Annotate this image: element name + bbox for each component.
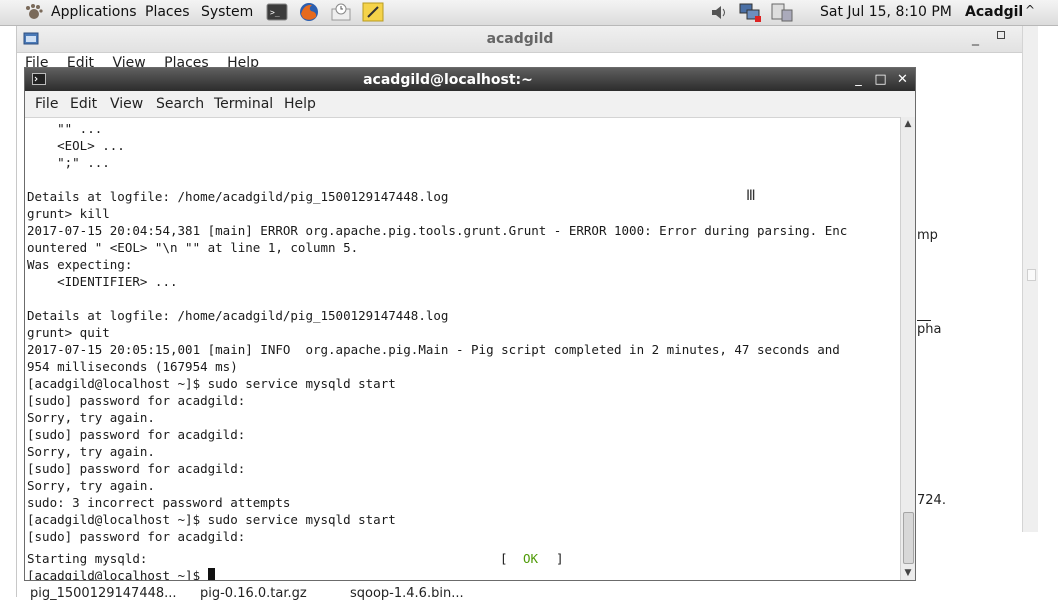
- terminal-launcher-icon[interactable]: >_: [266, 2, 288, 22]
- file-item[interactable]: pig_1500129147448...: [30, 586, 177, 601]
- bg-text-fragment: pha: [917, 322, 942, 337]
- terminal-line: 2017-07-15 20:05:15,001 [main] INFO org.…: [27, 342, 840, 357]
- terminal-titlebar[interactable]: acadgild@localhost:~ _ □ ✕: [25, 68, 915, 91]
- terminal-line: Details at logfile: /home/acadgild/pig_1…: [27, 189, 449, 204]
- terminal-line: 2017-07-15 20:04:54,381 [main] ERROR org…: [27, 223, 848, 238]
- update-notifier-icon[interactable]: [770, 3, 794, 22]
- scroll-down-arrow-icon[interactable]: ▼: [901, 566, 915, 580]
- panel-user[interactable]: Acadgil: [965, 4, 1023, 20]
- terminal-line: [sudo] password for acadgild:: [27, 393, 246, 408]
- panel-clock[interactable]: Sat Jul 15, 8:10 PM: [820, 4, 952, 20]
- network-disconnected-icon[interactable]: [738, 3, 764, 22]
- file-browser-title: acadgild: [486, 31, 554, 47]
- terminal-line: [acadgild@localhost ~]$ sudo service mys…: [27, 376, 396, 391]
- menu-file[interactable]: File: [35, 96, 58, 112]
- ibeam-cursor-icon: Ⅲ: [746, 188, 756, 204]
- file-item[interactable]: sqoop-1.4.6.bin...: [350, 586, 464, 601]
- text-editor-icon[interactable]: [362, 2, 384, 22]
- terminal-line: grunt> quit: [27, 325, 110, 340]
- file-browser-titlebar[interactable]: acadgild _: [17, 26, 1023, 53]
- terminal-line: Sorry, try again.: [27, 444, 155, 459]
- volume-icon[interactable]: [710, 3, 728, 22]
- menu-terminal[interactable]: Terminal: [214, 96, 273, 112]
- gnome-foot-icon[interactable]: [24, 3, 44, 21]
- status-ok: OK: [523, 551, 539, 566]
- menu-places[interactable]: Places: [145, 4, 190, 20]
- status-bracket-open: [: [500, 551, 523, 566]
- terminal-line: sudo: 3 incorrect password attempts: [27, 495, 291, 510]
- terminal-scrollbar[interactable]: ▲ ▼: [900, 117, 915, 580]
- terminal-line: [sudo] password for acadgild:: [27, 427, 246, 442]
- prompt-text: [acadgild@localhost ~]$: [27, 568, 208, 580]
- status-bracket-close: ]: [541, 551, 564, 566]
- file-browser-scrollbar[interactable]: [1022, 26, 1038, 532]
- close-button[interactable]: ✕: [895, 72, 910, 87]
- menu-applications[interactable]: Applications: [51, 4, 137, 20]
- bg-text-fragment: mp: [917, 228, 938, 243]
- terminal-prompt-line[interactable]: [acadgild@localhost ~]$: [27, 567, 215, 580]
- menu-system[interactable]: System: [201, 4, 253, 20]
- terminal-line: <EOL> ...: [27, 138, 125, 153]
- terminal-line: 954 milliseconds (167954 ms): [27, 359, 238, 374]
- bg-divider: [917, 320, 931, 321]
- minimize-button[interactable]: _: [851, 72, 866, 87]
- terminal-line: Was expecting:: [27, 257, 133, 272]
- menu-view[interactable]: View: [110, 96, 143, 112]
- terminal-line: ";" ...: [27, 155, 110, 170]
- scroll-up-arrow-icon[interactable]: ▲: [901, 117, 915, 131]
- file-item[interactable]: pig-0.16.0.tar.gz: [200, 586, 307, 601]
- top-panel: Applications Places System >_ Sat Jul 15…: [0, 0, 1058, 26]
- terminal-line: <IDENTIFIER> ...: [27, 274, 178, 289]
- mail-clock-icon[interactable]: [330, 2, 352, 22]
- terminal-line: grunt> kill: [27, 206, 110, 221]
- menu-search[interactable]: Search: [156, 96, 204, 112]
- scrollbar-thumb[interactable]: [1027, 269, 1036, 281]
- terminal-title: acadgild@localhost:~: [363, 72, 533, 88]
- terminal-line: Starting mysqld: [ OK ]: [27, 550, 564, 567]
- terminal-output[interactable]: "" ... <EOL> ... ";" ... Details at logfi…: [25, 118, 899, 580]
- bg-text-fragment: 724.: [917, 493, 946, 508]
- firefox-icon[interactable]: [298, 2, 320, 22]
- terminal-line: Details at logfile: /home/acadgild/pig_1…: [27, 308, 449, 323]
- chevron-up-icon[interactable]: ^: [1025, 3, 1035, 17]
- menu-edit[interactable]: Edit: [70, 96, 97, 112]
- minimize-button[interactable]: _: [972, 30, 979, 46]
- starting-text: Starting mysqld:: [27, 551, 148, 566]
- menu-help[interactable]: Help: [284, 96, 316, 112]
- terminal-menubar: File Edit View Search Terminal Help: [25, 91, 915, 118]
- terminal-line: [sudo] password for acadgild:: [27, 529, 246, 544]
- terminal-line: Sorry, try again.: [27, 478, 155, 493]
- terminal-line: Sorry, try again.: [27, 410, 155, 425]
- terminal-line: [acadgild@localhost ~]$ sudo service mys…: [27, 512, 396, 527]
- terminal-line: [sudo] password for acadgild:: [27, 461, 246, 476]
- text-cursor: [207, 568, 215, 580]
- maximize-button[interactable]: □: [873, 72, 888, 87]
- terminal-line: ountered " <EOL> "\n "" at line 1, colum…: [27, 240, 359, 255]
- terminal-line: "" ...: [27, 121, 103, 136]
- maximize-button[interactable]: [997, 31, 1005, 39]
- scrollbar-thumb[interactable]: [903, 512, 914, 564]
- terminal-window: acadgild@localhost:~ _ □ ✕ File Edit Vie…: [24, 67, 916, 581]
- svg-text:>_: >_: [270, 8, 280, 17]
